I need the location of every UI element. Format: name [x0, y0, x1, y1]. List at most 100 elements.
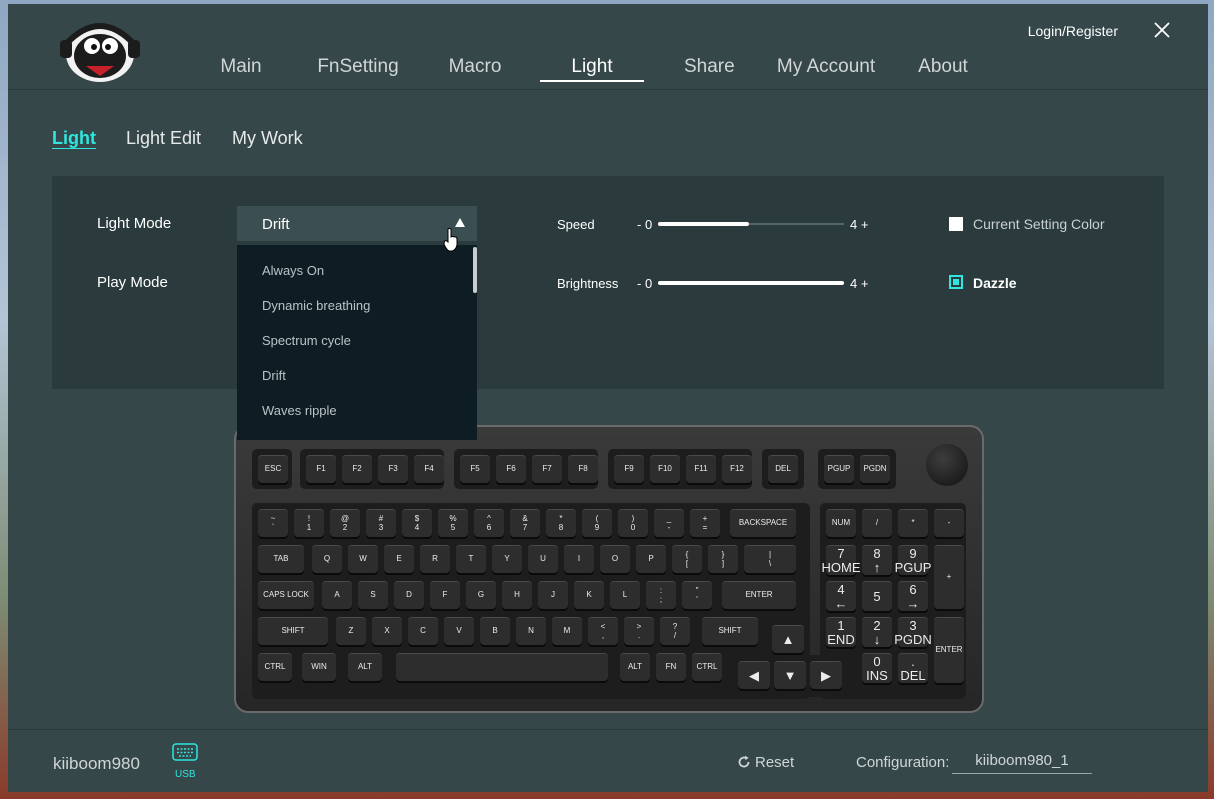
keyboard-key[interactable]: *: [898, 509, 928, 537]
keyboard-key[interactable]: $ 4: [402, 509, 432, 537]
keyboard-key[interactable]: ALT: [348, 653, 382, 681]
keyboard-key[interactable]: N: [516, 617, 546, 645]
keyboard-key[interactable]: { [: [672, 545, 702, 573]
keyboard-key[interactable]: @ 2: [330, 509, 360, 537]
keyboard-key[interactable]: ▲: [772, 625, 804, 653]
keyboard-key[interactable]: 6 →: [898, 581, 928, 611]
reset-button[interactable]: Reset: [737, 754, 794, 771]
keyboard-key[interactable]: * 8: [546, 509, 576, 537]
keyboard-key[interactable]: ▶: [810, 661, 842, 689]
keyboard-key[interactable]: ^ 6: [474, 509, 504, 537]
light-mode-select[interactable]: Drift: [237, 206, 477, 241]
keyboard-key[interactable]: 3 PGDN: [894, 617, 932, 647]
keyboard-key[interactable]: F11: [686, 455, 716, 483]
keyboard-key[interactable]: SHIFT: [702, 617, 758, 645]
nav-about[interactable]: About: [915, 56, 971, 78]
keyboard-key[interactable]: P: [636, 545, 666, 573]
keyboard-key[interactable]: . DEL: [898, 653, 928, 683]
keyboard-key[interactable]: PGDN: [860, 455, 890, 483]
keyboard-key[interactable]: F12: [722, 455, 752, 483]
keyboard-key[interactable]: BACKSPACE: [730, 509, 796, 537]
keyboard-key[interactable]: 4 ←: [826, 581, 856, 611]
keyboard-key[interactable]: " ': [682, 581, 712, 609]
nav-light[interactable]: Light: [540, 56, 644, 78]
keyboard-key[interactable]: M: [552, 617, 582, 645]
keyboard-key[interactable]: +: [934, 545, 964, 609]
keyboard-key[interactable]: WIN: [302, 653, 336, 681]
keyboard-key[interactable]: R: [420, 545, 450, 573]
dropdown-scrollbar[interactable]: [473, 247, 477, 293]
keyboard-key[interactable]: F3: [378, 455, 408, 483]
keyboard-key[interactable]: T: [456, 545, 486, 573]
keyboard-key[interactable]: I: [564, 545, 594, 573]
keyboard-key[interactable]: CTRL: [692, 653, 722, 681]
option-dynamic-breathing[interactable]: Dynamic breathing: [262, 298, 370, 313]
keyboard-key[interactable]: 2 ↓: [862, 617, 892, 647]
keyboard-key[interactable]: F8: [568, 455, 598, 483]
keyboard-key[interactable]: ENTER: [934, 617, 964, 683]
keyboard-key[interactable]: L: [610, 581, 640, 609]
keyboard-key[interactable]: F: [430, 581, 460, 609]
nav-fnsetting[interactable]: FnSetting: [316, 56, 400, 78]
keyboard-key[interactable]: | \: [744, 545, 796, 573]
close-icon[interactable]: [1152, 20, 1172, 40]
volume-knob[interactable]: [926, 444, 968, 486]
keyboard-key[interactable]: 7 HOME: [822, 545, 861, 575]
keyboard-key[interactable]: PGUP: [824, 455, 854, 483]
current-color-checkbox[interactable]: [949, 217, 963, 231]
keyboard-key[interactable]: < ,: [588, 617, 618, 645]
keyboard-key[interactable]: F10: [650, 455, 680, 483]
keyboard-key[interactable]: FN: [656, 653, 686, 681]
keyboard-key[interactable]: F7: [532, 455, 562, 483]
nav-macro[interactable]: Macro: [447, 56, 503, 78]
speed-decrease[interactable]: - 0: [637, 217, 652, 232]
keyboard-key[interactable]: ESC: [258, 455, 288, 483]
keyboard-key[interactable]: F6: [496, 455, 526, 483]
keyboard-key[interactable]: ▼: [774, 661, 806, 689]
brightness-increase[interactable]: 4 +: [850, 276, 868, 291]
keyboard-key[interactable]: ◀: [738, 661, 770, 689]
keyboard-key[interactable]: U: [528, 545, 558, 573]
keyboard-key[interactable]: ) 0: [618, 509, 648, 537]
keyboard-key[interactable]: X: [372, 617, 402, 645]
keyboard-key[interactable]: /: [862, 509, 892, 537]
keyboard-key[interactable]: ! 1: [294, 509, 324, 537]
keyboard-key[interactable]: [396, 653, 608, 681]
keyboard-key[interactable]: 0 INS: [862, 653, 892, 683]
keyboard-key[interactable]: K: [574, 581, 604, 609]
keyboard-key[interactable]: F5: [460, 455, 490, 483]
option-spectrum-cycle[interactable]: Spectrum cycle: [262, 333, 351, 348]
keyboard-key[interactable]: W: [348, 545, 378, 573]
nav-main[interactable]: Main: [218, 56, 264, 78]
keyboard-key[interactable]: DEL: [768, 455, 798, 483]
keyboard-key[interactable]: 1 END: [826, 617, 856, 647]
nav-my-account[interactable]: My Account: [774, 56, 878, 78]
nav-share[interactable]: Share: [684, 56, 735, 78]
keyboard-key[interactable]: Y: [492, 545, 522, 573]
keyboard-key[interactable]: H: [502, 581, 532, 609]
subtab-light[interactable]: Light: [52, 128, 96, 149]
keyboard-key[interactable]: D: [394, 581, 424, 609]
keyboard-key[interactable]: S: [358, 581, 388, 609]
keyboard-key[interactable]: > .: [624, 617, 654, 645]
keyboard-key[interactable]: B: [480, 617, 510, 645]
keyboard-key[interactable]: 9 PGUP: [895, 545, 931, 575]
configuration-field[interactable]: kiiboom980_1: [952, 752, 1092, 774]
keyboard-key[interactable]: 5: [862, 581, 892, 611]
keyboard-key[interactable]: J: [538, 581, 568, 609]
keyboard-key[interactable]: SHIFT: [258, 617, 328, 645]
keyboard-key[interactable]: G: [466, 581, 496, 609]
keyboard-key[interactable]: Z: [336, 617, 366, 645]
keyboard-key[interactable]: CTRL: [258, 653, 292, 681]
keyboard-key[interactable]: : ;: [646, 581, 676, 609]
keyboard-key[interactable]: V: [444, 617, 474, 645]
keyboard-key[interactable]: O: [600, 545, 630, 573]
keyboard-key[interactable]: } ]: [708, 545, 738, 573]
keyboard-key[interactable]: A: [322, 581, 352, 609]
keyboard-key[interactable]: F2: [342, 455, 372, 483]
keyboard-key[interactable]: ALT: [620, 653, 650, 681]
dazzle-checkbox[interactable]: [949, 275, 963, 289]
option-waves-ripple[interactable]: Waves ripple: [262, 403, 337, 418]
brightness-decrease[interactable]: - 0: [637, 276, 652, 291]
keyboard-key[interactable]: 8 ↑: [862, 545, 892, 575]
